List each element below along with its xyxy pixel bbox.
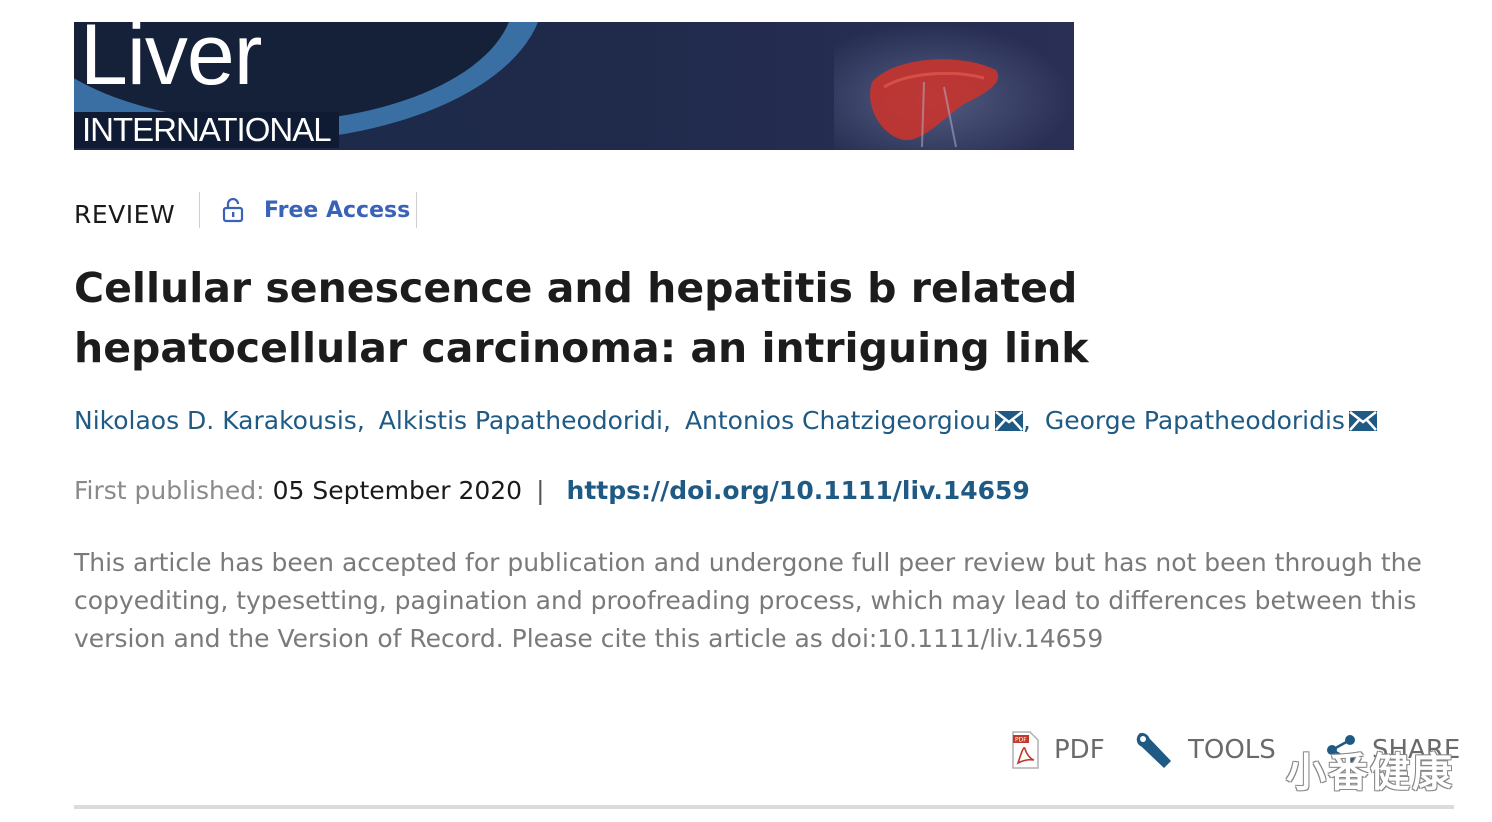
info-separator: |: [536, 476, 545, 505]
email-icon[interactable]: [994, 410, 1023, 431]
article-title: Cellular senescence and hepatitis b rela…: [74, 264, 1089, 372]
tools-button[interactable]: TOOLS: [1134, 728, 1276, 772]
wrench-icon: [1136, 732, 1172, 769]
section-divider: [74, 805, 1454, 809]
published-label: First published:: [74, 476, 265, 505]
journal-banner[interactable]: Liver INTERNATIONAL: [74, 22, 1074, 150]
liver-illustration: [870, 59, 999, 147]
doi-link[interactable]: https://doi.org/10.1111/liv.14659: [567, 476, 1030, 505]
author-link[interactable]: George Papatheodoridis: [1045, 406, 1345, 435]
author-link[interactable]: Nikolaos D. Karakousis: [74, 406, 357, 435]
pdf-label: PDF: [1054, 735, 1105, 765]
article-type-label: REVIEW: [74, 200, 176, 229]
published-date: 05 September 2020: [272, 476, 523, 505]
tools-label: TOOLS: [1188, 735, 1276, 765]
pdf-button[interactable]: PDF PDF: [1010, 728, 1105, 772]
journal-logo-sub: INTERNATIONAL: [74, 112, 339, 148]
journal-logo-main: Liver: [80, 22, 262, 103]
accepted-article-notice: This article has been accepted for publi…: [74, 548, 1422, 653]
free-access-label: Free Access: [264, 197, 411, 223]
svg-text:PDF: PDF: [1015, 737, 1027, 744]
author-link[interactable]: Antonios Chatzigeorgiou: [685, 406, 991, 435]
pdf-icon: PDF: [1012, 731, 1039, 769]
email-icon[interactable]: [1348, 410, 1377, 431]
free-access-badge: Free Access: [222, 192, 410, 228]
divider: [199, 192, 200, 228]
watermark-text: 小番健康: [1286, 750, 1454, 796]
author-list: Nikolaos D. Karakousis, Alkistis Papathe…: [74, 406, 1377, 435]
divider: [416, 192, 417, 228]
unlock-icon: [222, 197, 244, 223]
publication-info: First published: 05 September 2020 | htt…: [74, 476, 1030, 505]
author-separator: ,: [662, 406, 671, 435]
author-separator: ,: [1022, 406, 1031, 435]
author-separator: ,: [356, 406, 365, 435]
author-link[interactable]: Alkistis Papatheodoridi: [379, 406, 663, 435]
